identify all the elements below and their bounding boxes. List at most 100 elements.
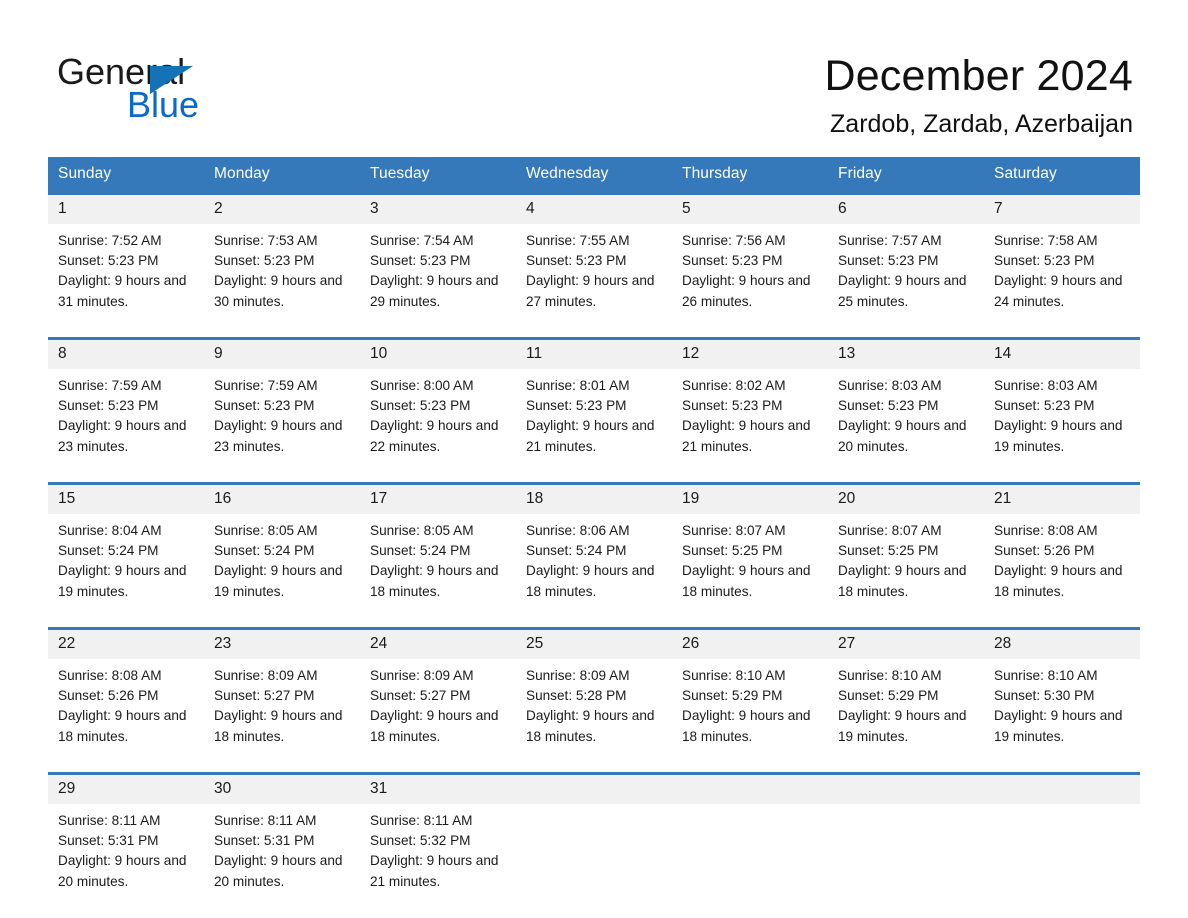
weekday-header-wednesday: Wednesday [516, 157, 672, 194]
weekday-header-tuesday: Tuesday [360, 157, 516, 194]
day-number[interactable]: 26 [672, 627, 828, 659]
day-number[interactable]: 28 [984, 627, 1140, 659]
daylight-text: Daylight: 9 hours and 18 minutes. [370, 563, 499, 599]
day-cell[interactable]: Sunrise: 8:03 AM Sunset: 5:23 PM Dayligh… [828, 369, 984, 470]
day-number[interactable]: 4 [516, 192, 672, 224]
day-number-empty [516, 772, 672, 804]
calendar-header-row: Sunday Monday Tuesday Wednesday Thursday… [48, 157, 1140, 194]
day-cell[interactable]: Sunrise: 7:58 AM Sunset: 5:23 PM Dayligh… [984, 224, 1140, 325]
sunset-text: Sunset: 5:23 PM [994, 253, 1095, 269]
day-number[interactable]: 11 [516, 337, 672, 369]
page-title: December 2024 [824, 52, 1133, 100]
day-cell[interactable]: Sunrise: 8:11 AM Sunset: 5:32 PM Dayligh… [360, 804, 516, 905]
day-number[interactable]: 1 [48, 192, 204, 224]
day-number[interactable]: 14 [984, 337, 1140, 369]
day-cell-empty [672, 804, 828, 905]
day-number-empty [828, 772, 984, 804]
day-cell[interactable]: Sunrise: 7:59 AM Sunset: 5:23 PM Dayligh… [48, 369, 204, 470]
sunset-text: Sunset: 5:23 PM [214, 398, 315, 414]
sunrise-text: Sunrise: 8:03 AM [994, 378, 1098, 393]
day-number[interactable]: 5 [672, 192, 828, 224]
day-number[interactable]: 23 [204, 627, 360, 659]
day-cell[interactable]: Sunrise: 8:05 AM Sunset: 5:24 PM Dayligh… [360, 514, 516, 615]
calendar-table: Sunday Monday Tuesday Wednesday Thursday… [48, 157, 1140, 905]
day-number[interactable]: 12 [672, 337, 828, 369]
day-cell[interactable]: Sunrise: 8:00 AM Sunset: 5:23 PM Dayligh… [360, 369, 516, 470]
day-number-empty [672, 772, 828, 804]
sunset-text: Sunset: 5:31 PM [58, 833, 159, 849]
week-row-daynumbers: 22 23 24 25 26 27 28 [48, 627, 1140, 659]
general-blue-logo[interactable]: General Blue [57, 52, 377, 130]
day-cell[interactable]: Sunrise: 8:06 AM Sunset: 5:24 PM Dayligh… [516, 514, 672, 615]
day-cell[interactable]: Sunrise: 8:07 AM Sunset: 5:25 PM Dayligh… [672, 514, 828, 615]
day-number[interactable]: 17 [360, 482, 516, 514]
day-cell[interactable]: Sunrise: 8:11 AM Sunset: 5:31 PM Dayligh… [204, 804, 360, 905]
day-cell[interactable]: Sunrise: 8:01 AM Sunset: 5:23 PM Dayligh… [516, 369, 672, 470]
day-number[interactable]: 10 [360, 337, 516, 369]
sunrise-text: Sunrise: 8:10 AM [682, 668, 786, 683]
day-cell[interactable]: Sunrise: 8:09 AM Sunset: 5:27 PM Dayligh… [360, 659, 516, 760]
day-number[interactable]: 9 [204, 337, 360, 369]
day-number[interactable]: 13 [828, 337, 984, 369]
day-number[interactable]: 3 [360, 192, 516, 224]
sunrise-text: Sunrise: 7:57 AM [838, 233, 942, 248]
week-separator-cell [48, 470, 1140, 484]
day-number[interactable]: 21 [984, 482, 1140, 514]
sunset-text: Sunset: 5:32 PM [370, 833, 471, 849]
day-cell[interactable]: Sunrise: 8:09 AM Sunset: 5:27 PM Dayligh… [204, 659, 360, 760]
day-number[interactable]: 29 [48, 772, 204, 804]
daylight-text: Daylight: 9 hours and 18 minutes. [526, 708, 655, 744]
day-cell[interactable]: Sunrise: 8:07 AM Sunset: 5:25 PM Dayligh… [828, 514, 984, 615]
daylight-text: Daylight: 9 hours and 20 minutes. [58, 853, 187, 889]
week-separator [48, 470, 1140, 484]
day-cell[interactable]: Sunrise: 7:52 AM Sunset: 5:23 PM Dayligh… [48, 224, 204, 325]
day-number[interactable]: 20 [828, 482, 984, 514]
day-cell[interactable]: Sunrise: 8:04 AM Sunset: 5:24 PM Dayligh… [48, 514, 204, 615]
week-separator [48, 760, 1140, 774]
calendar-body: 1 2 3 4 5 6 7 Sunrise: 7:52 AM Sunset: 5… [48, 192, 1140, 905]
day-number[interactable]: 16 [204, 482, 360, 514]
day-number[interactable]: 22 [48, 627, 204, 659]
day-number[interactable]: 25 [516, 627, 672, 659]
sunrise-text: Sunrise: 7:53 AM [214, 233, 318, 248]
day-cell[interactable]: Sunrise: 7:56 AM Sunset: 5:23 PM Dayligh… [672, 224, 828, 325]
daylight-text: Daylight: 9 hours and 26 minutes. [682, 273, 811, 309]
day-cell[interactable]: Sunrise: 8:08 AM Sunset: 5:26 PM Dayligh… [48, 659, 204, 760]
day-cell[interactable]: Sunrise: 8:03 AM Sunset: 5:23 PM Dayligh… [984, 369, 1140, 470]
weekday-header-sunday: Sunday [48, 157, 204, 194]
day-cell[interactable]: Sunrise: 8:08 AM Sunset: 5:26 PM Dayligh… [984, 514, 1140, 615]
day-cell[interactable]: Sunrise: 8:05 AM Sunset: 5:24 PM Dayligh… [204, 514, 360, 615]
sunset-text: Sunset: 5:27 PM [214, 688, 315, 704]
day-number[interactable]: 2 [204, 192, 360, 224]
daylight-text: Daylight: 9 hours and 18 minutes. [58, 708, 187, 744]
day-cell[interactable]: Sunrise: 8:02 AM Sunset: 5:23 PM Dayligh… [672, 369, 828, 470]
day-number[interactable]: 30 [204, 772, 360, 804]
day-number[interactable]: 18 [516, 482, 672, 514]
day-cell[interactable]: Sunrise: 8:10 AM Sunset: 5:29 PM Dayligh… [672, 659, 828, 760]
day-number[interactable]: 19 [672, 482, 828, 514]
day-number[interactable]: 15 [48, 482, 204, 514]
day-cell[interactable]: Sunrise: 8:10 AM Sunset: 5:30 PM Dayligh… [984, 659, 1140, 760]
day-number[interactable]: 6 [828, 192, 984, 224]
day-number[interactable]: 27 [828, 627, 984, 659]
day-cell[interactable]: Sunrise: 7:59 AM Sunset: 5:23 PM Dayligh… [204, 369, 360, 470]
day-number[interactable]: 24 [360, 627, 516, 659]
day-number[interactable]: 8 [48, 337, 204, 369]
day-cell[interactable]: Sunrise: 8:10 AM Sunset: 5:29 PM Dayligh… [828, 659, 984, 760]
day-cell[interactable]: Sunrise: 7:57 AM Sunset: 5:23 PM Dayligh… [828, 224, 984, 325]
sunrise-text: Sunrise: 7:58 AM [994, 233, 1098, 248]
sunset-text: Sunset: 5:27 PM [370, 688, 471, 704]
day-number[interactable]: 31 [360, 772, 516, 804]
day-cell[interactable]: Sunrise: 7:55 AM Sunset: 5:23 PM Dayligh… [516, 224, 672, 325]
sunrise-text: Sunrise: 7:56 AM [682, 233, 786, 248]
week-row-details: Sunrise: 8:04 AM Sunset: 5:24 PM Dayligh… [48, 514, 1140, 615]
day-cell[interactable]: Sunrise: 7:54 AM Sunset: 5:23 PM Dayligh… [360, 224, 516, 325]
day-number[interactable]: 7 [984, 192, 1140, 224]
day-cell[interactable]: Sunrise: 8:09 AM Sunset: 5:28 PM Dayligh… [516, 659, 672, 760]
title-block: December 2024 Zardob, Zardab, Azerbaijan [824, 50, 1133, 139]
sunset-text: Sunset: 5:29 PM [838, 688, 939, 704]
day-cell[interactable]: Sunrise: 8:11 AM Sunset: 5:31 PM Dayligh… [48, 804, 204, 905]
sunset-text: Sunset: 5:23 PM [370, 398, 471, 414]
day-cell[interactable]: Sunrise: 7:53 AM Sunset: 5:23 PM Dayligh… [204, 224, 360, 325]
daylight-text: Daylight: 9 hours and 18 minutes. [370, 708, 499, 744]
